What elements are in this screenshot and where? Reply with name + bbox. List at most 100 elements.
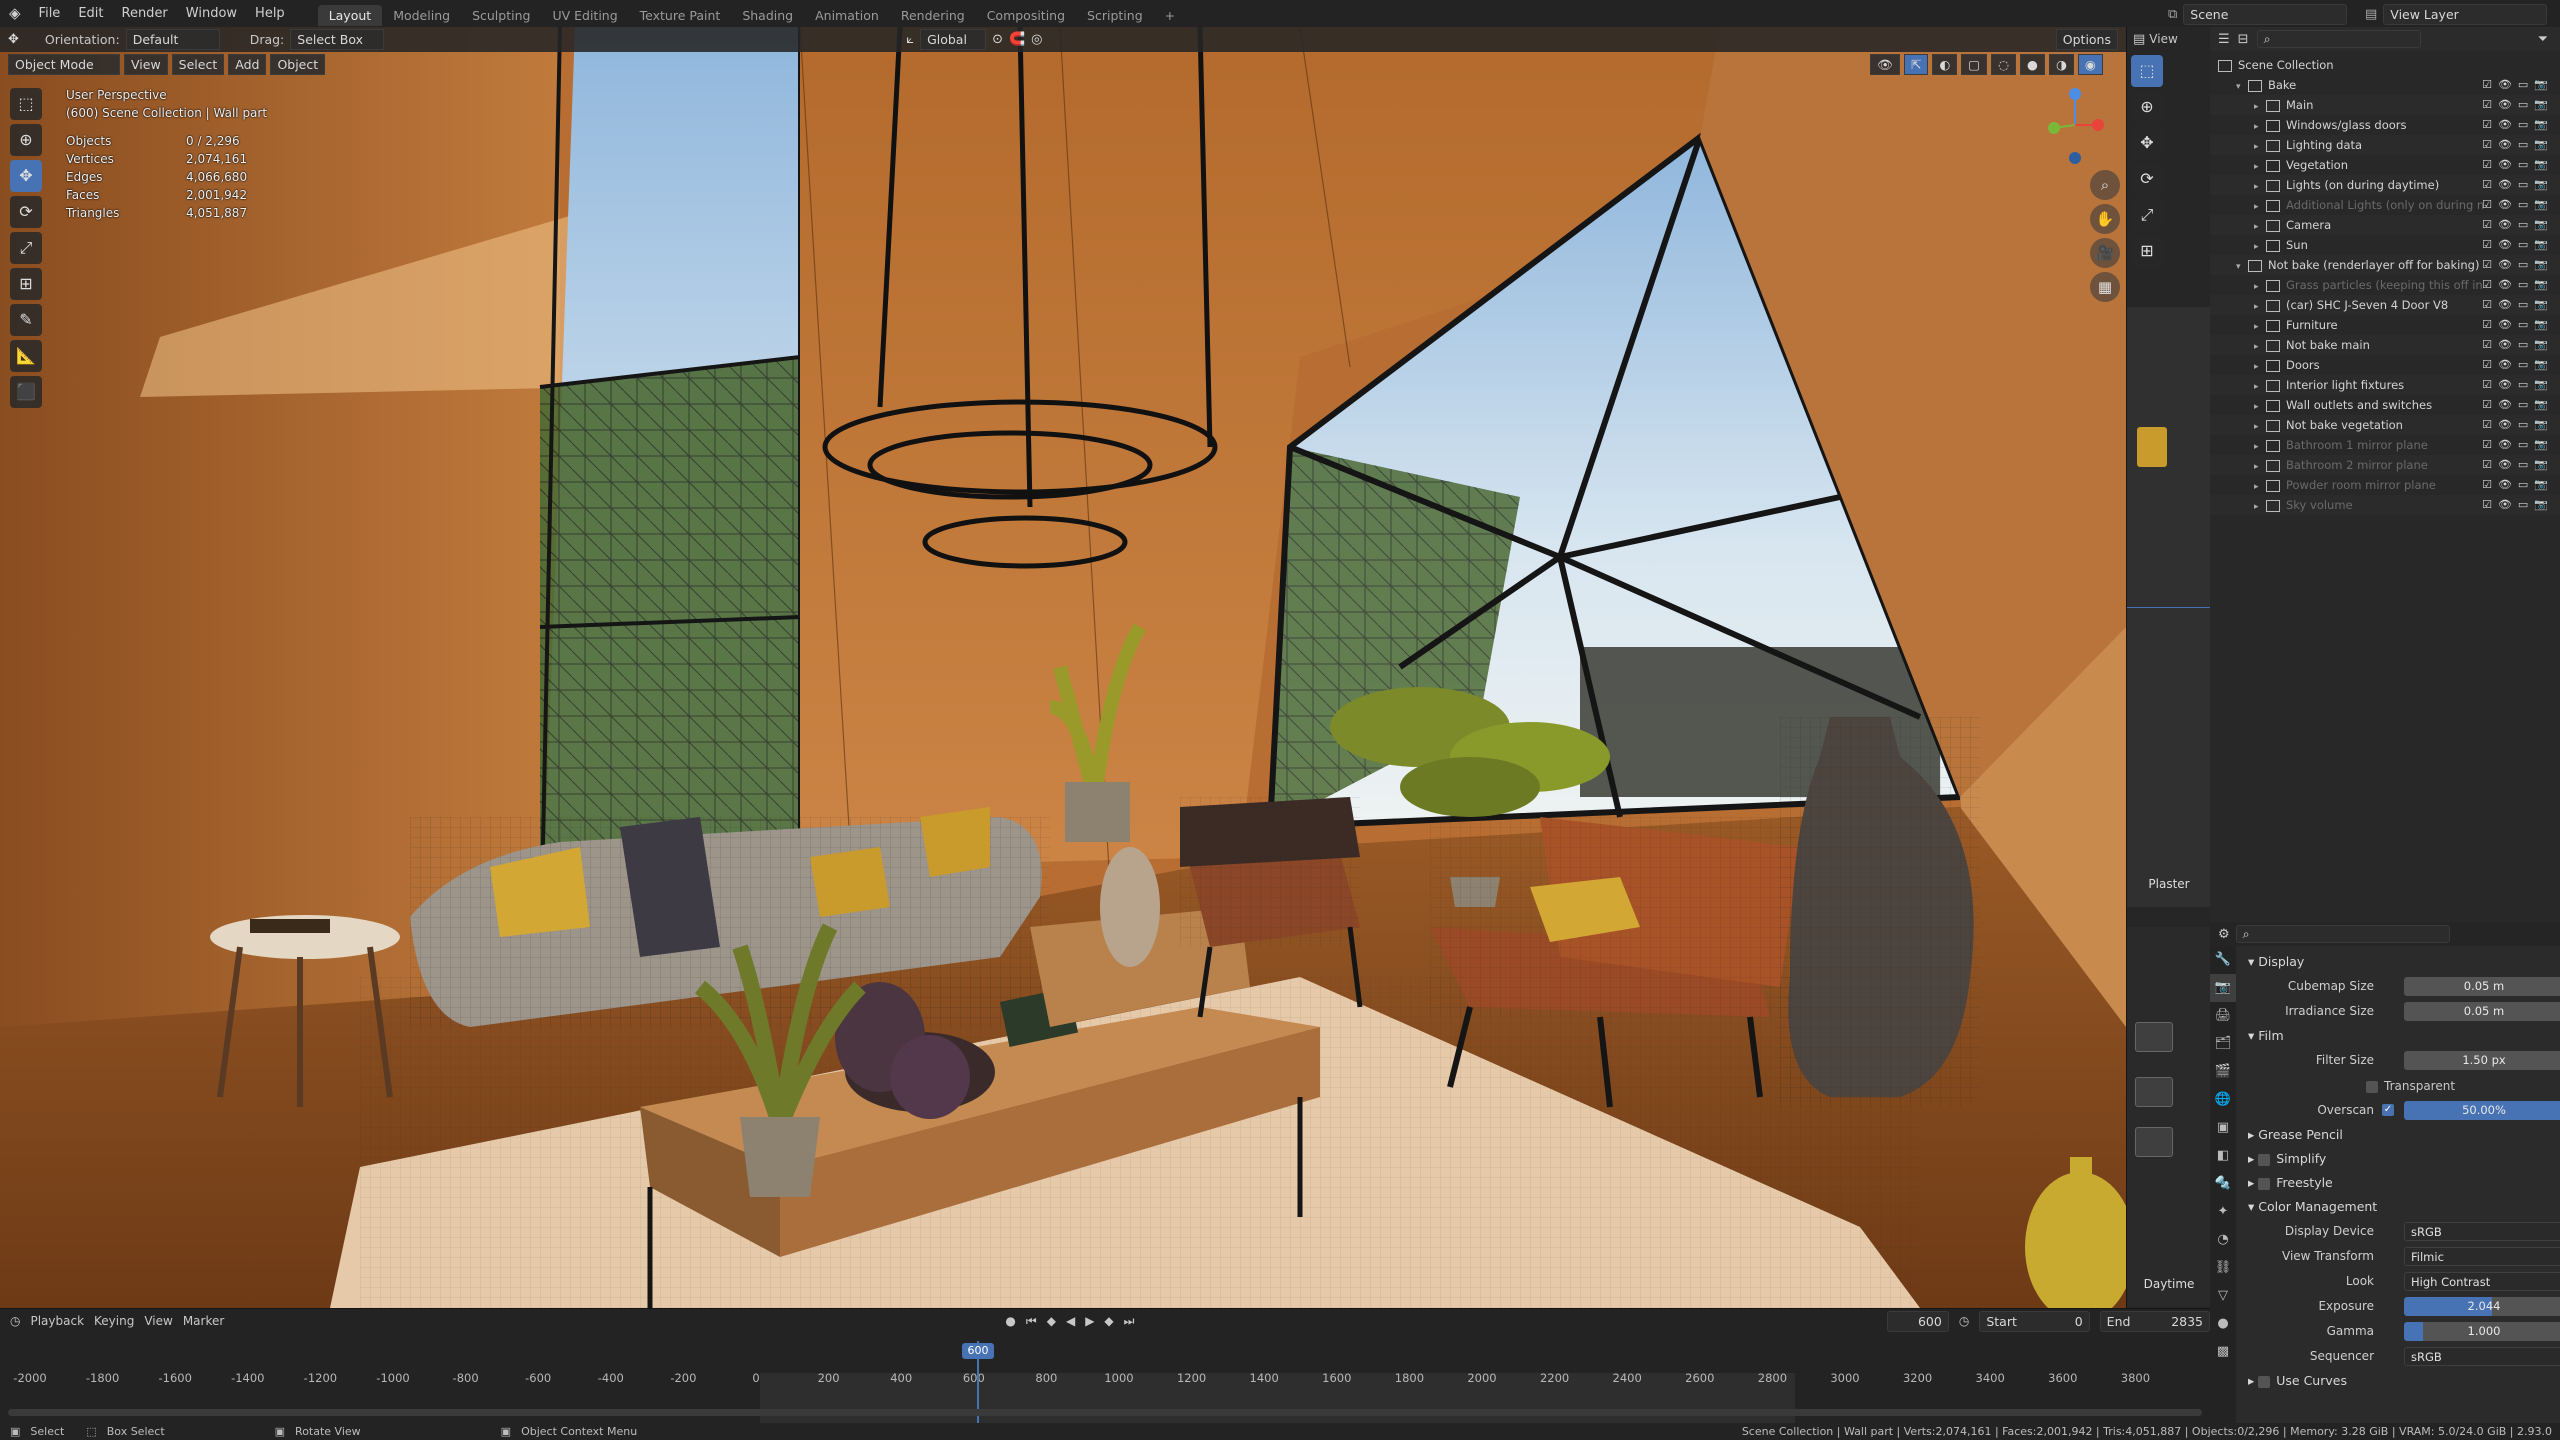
display-device-dropdown[interactable]: sRGB — [2404, 1222, 2560, 1241]
next-keyframe-icon[interactable]: ◆ — [1104, 1314, 1113, 1328]
wireframe-shading-icon[interactable]: ◌ — [1991, 54, 2017, 75]
rendered-shading-icon[interactable]: ◉ — [2077, 54, 2103, 75]
xray-icon[interactable]: ▢ — [1961, 54, 1988, 75]
workspace-tab-compositing[interactable]: Compositing — [976, 5, 1076, 26]
orientation-dropdown[interactable]: Default — [125, 29, 220, 50]
gamma-slider[interactable]: 1.000 — [2404, 1322, 2560, 1341]
expand-arrow-icon[interactable]: ▸ — [2254, 357, 2266, 377]
node-editor-area[interactable] — [2127, 307, 2211, 907]
visibility-toggles[interactable]: ☑👁▭📷 — [2482, 475, 2554, 495]
scene-tab-icon[interactable]: 🎬 — [2210, 1058, 2236, 1086]
visibility-toggles[interactable]: ☑👁▭📷 — [2482, 395, 2554, 415]
mini-select-icon[interactable]: ⬚ — [2131, 55, 2163, 87]
node-thumb[interactable] — [2137, 427, 2167, 467]
visibility-toggles[interactable]: ☑👁▭📷 — [2482, 455, 2554, 475]
view-transform-dropdown[interactable]: Filmic — [2404, 1247, 2560, 1266]
outliner-item[interactable]: ▾ Not bake (renderlayer off for baking) ☑👁… — [2210, 255, 2560, 275]
visibility-toggles[interactable]: ☑👁▭📷 — [2482, 95, 2554, 115]
overscan-checkbox[interactable]: ✓ — [2382, 1104, 2394, 1116]
visibility-toggles[interactable]: ☑👁▭📷 — [2482, 135, 2554, 155]
outliner-item[interactable]: ▸ Main ☑👁▭📷 — [2210, 95, 2560, 115]
visibility-toggles[interactable]: ☑👁▭📷 — [2482, 195, 2554, 215]
expand-arrow-icon[interactable]: ▸ — [2254, 337, 2266, 357]
exposure-slider[interactable]: 2.044 — [2404, 1297, 2560, 1316]
visibility-toggles[interactable]: ☑👁▭📷 — [2482, 335, 2554, 355]
editor-type-icon[interactable]: ▤ — [2133, 32, 2145, 47]
view-layer-field[interactable]: View Layer — [2383, 4, 2548, 25]
particles-tab-icon[interactable]: ✦ — [2210, 1198, 2236, 1226]
visibility-toggles[interactable]: ☑👁▭📷 — [2482, 255, 2554, 275]
visibility-toggles[interactable]: ☑👁▭📷 — [2482, 115, 2554, 135]
workspace-tab-animation[interactable]: Animation — [804, 5, 890, 26]
expand-arrow-icon[interactable]: ▸ — [2254, 157, 2266, 177]
timeline-menu-playback[interactable]: Playback — [30, 1314, 84, 1328]
menu-render[interactable]: Render — [113, 0, 177, 27]
mini-move-icon[interactable]: ✥ — [2131, 127, 2163, 159]
add-workspace-icon[interactable]: + — [1154, 5, 1186, 26]
visibility-toggles[interactable]: ☑👁▭📷 — [2482, 275, 2554, 295]
workspace-tab-sculpting[interactable]: Sculpting — [461, 5, 541, 26]
jump-start-icon[interactable]: ⏮ — [1026, 1314, 1037, 1329]
visibility-toggles[interactable]: ☑👁▭📷 — [2482, 355, 2554, 375]
timeline-menu-keying[interactable]: Keying — [94, 1314, 134, 1328]
mini-cursor-icon[interactable]: ⊕ — [2131, 91, 2163, 123]
properties-search-input[interactable]: ⌕ — [2235, 925, 2450, 943]
mode-dropdown[interactable]: Object Mode — [8, 53, 120, 75]
world-tab-icon[interactable]: 🌐 — [2210, 1086, 2236, 1114]
outliner-item[interactable]: ▸ Sun ☑👁▭📷 — [2210, 235, 2560, 255]
expand-arrow-icon[interactable]: ▸ — [2254, 477, 2266, 497]
ortho-grid-icon[interactable]: ▦ — [2090, 272, 2120, 302]
material-tab-icon[interactable]: ● — [2210, 1310, 2236, 1338]
camera-view-icon[interactable]: 🎥 — [2090, 238, 2120, 268]
outliner-item[interactable]: ▸ Wall outlets and switches ☑👁▭📷 — [2210, 395, 2560, 415]
freestyle-panel-header[interactable]: ▸ Freestyle — [2236, 1171, 2560, 1195]
solid-shading-icon[interactable]: ● — [2020, 54, 2045, 75]
timeline-menu-view[interactable]: View — [144, 1314, 172, 1328]
tool-tab-icon[interactable]: 🔧 — [2210, 946, 2236, 974]
current-frame-field[interactable]: 600 — [1886, 1310, 1949, 1332]
view-layer-selector[interactable]: ▤ View Layer — [2365, 4, 2548, 25]
outliner-item[interactable]: ▸ Not bake main ☑👁▭📷 — [2210, 335, 2560, 355]
collection-tab-icon[interactable]: ▣ — [2210, 1114, 2236, 1142]
scene-field[interactable]: Scene — [2183, 4, 2348, 25]
outliner-item[interactable]: ▸ Bathroom 2 mirror plane ☑👁▭📷 — [2210, 455, 2560, 475]
gizmo-toggle-icon[interactable]: ⇱ — [1903, 54, 1929, 75]
visibility-toggles[interactable]: ☑👁▭📷 — [2482, 435, 2554, 455]
expand-arrow-icon[interactable]: ▸ — [2254, 377, 2266, 397]
filter-icon[interactable]: ⏷ — [2538, 32, 2548, 47]
expand-arrow-icon[interactable]: ▸ — [2254, 97, 2266, 117]
drag-dropdown[interactable]: Select Box — [290, 29, 385, 50]
add-cube-icon[interactable]: ⬛ — [10, 376, 42, 408]
look-dropdown[interactable]: High Contrast — [2404, 1272, 2560, 1291]
data-tab-icon[interactable]: ▽ — [2210, 1282, 2236, 1310]
modifier-tab-icon[interactable]: 🔩 — [2210, 1170, 2236, 1198]
outliner-item[interactable]: ▸ Lights (on during daytime) ☑👁▭📷 — [2210, 175, 2560, 195]
viewport-menu-view[interactable]: View — [124, 53, 168, 75]
use-curves-panel-header[interactable]: ▸ Use Curves — [2236, 1369, 2560, 1393]
outliner-item[interactable]: ▸ Furniture ☑👁▭📷 — [2210, 315, 2560, 335]
color-management-panel-header[interactable]: ▾ Color Management — [2236, 1195, 2560, 1219]
expand-arrow-icon[interactable]: ▸ — [2254, 117, 2266, 137]
visibility-toggles[interactable]: ☑👁▭📷 — [2482, 295, 2554, 315]
annotate-icon[interactable]: ✎ — [10, 304, 42, 336]
world-node-area[interactable]: Daytime — [2127, 927, 2211, 1307]
start-frame-field[interactable]: Start 0 — [1979, 1310, 2090, 1332]
move-icon[interactable]: ✥ — [10, 160, 42, 192]
menu-window[interactable]: Window — [177, 0, 246, 27]
outliner-item[interactable]: ▸ Camera ☑👁▭📷 — [2210, 215, 2560, 235]
timeline-editor-icon[interactable]: ◷ — [10, 1314, 20, 1328]
scale-icon[interactable]: ⤢ — [10, 232, 42, 264]
viewport-menu-select[interactable]: Select — [171, 53, 225, 75]
workspace-tab-texture-paint[interactable]: Texture Paint — [629, 5, 732, 26]
view-layer-tab-icon[interactable]: 🗂 — [2210, 1030, 2236, 1058]
menu-help[interactable]: Help — [246, 0, 294, 27]
workspace-tab-modeling[interactable]: Modeling — [382, 5, 461, 26]
record-icon[interactable]: ● — [1005, 1314, 1015, 1328]
visibility-toggles[interactable]: ☑👁▭📷 — [2482, 155, 2554, 175]
outliner-item[interactable]: ▾ Bake ☑👁▭📷 — [2210, 75, 2560, 95]
expand-arrow-icon[interactable]: ▸ — [2254, 217, 2266, 237]
outliner-item[interactable]: ▸ Not bake vegetation ☑👁▭📷 — [2210, 415, 2560, 435]
expand-arrow-icon[interactable]: ▸ — [2254, 437, 2266, 457]
select-box-icon[interactable]: ⬚ — [10, 88, 42, 120]
transform-icon[interactable]: ⊞ — [10, 268, 42, 300]
